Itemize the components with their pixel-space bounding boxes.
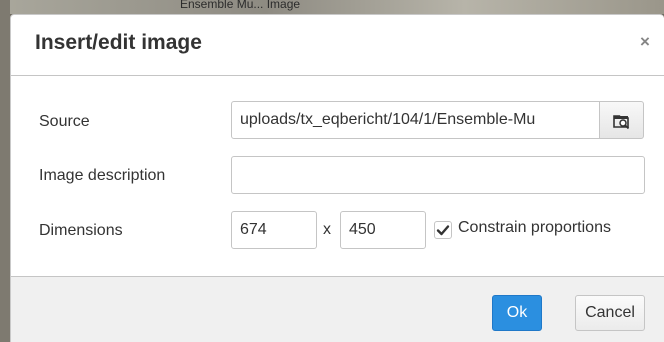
ok-button[interactable]: Ok xyxy=(492,295,542,331)
source-input[interactable] xyxy=(231,101,600,139)
close-icon[interactable]: × xyxy=(636,33,654,51)
checkmark-icon xyxy=(436,225,450,236)
image-description-input[interactable] xyxy=(231,156,645,194)
insert-image-dialog: Insert/edit image × Source Image descrip… xyxy=(10,14,664,342)
backdrop-left-edge xyxy=(0,0,10,342)
browse-button[interactable] xyxy=(599,101,644,139)
width-input[interactable] xyxy=(231,211,317,249)
dialog-header: Insert/edit image × xyxy=(11,15,664,76)
dimensions-label: Dimensions xyxy=(39,222,123,239)
dialog-footer: Ok Cancel xyxy=(11,276,664,342)
dimension-separator: x xyxy=(323,221,331,238)
folder-search-icon xyxy=(613,115,630,129)
constrain-proportions-label[interactable]: Constrain proportions xyxy=(458,219,611,237)
source-label: Source xyxy=(39,113,90,130)
backdrop-caption: Ensemble Mu... Image xyxy=(180,0,301,11)
height-input[interactable] xyxy=(340,211,426,249)
image-description-label: Image description xyxy=(39,167,166,184)
backdrop-page-strip: Ensemble Mu... Image xyxy=(0,0,664,14)
constrain-proportions-checkbox[interactable] xyxy=(434,221,452,239)
dialog-title: Insert/edit image xyxy=(35,31,202,54)
cancel-button[interactable]: Cancel xyxy=(575,295,645,331)
